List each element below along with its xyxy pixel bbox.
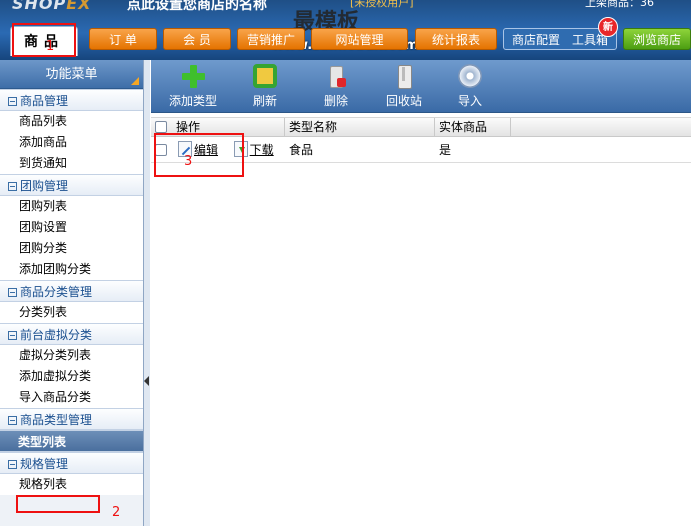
corner-icon bbox=[131, 77, 139, 85]
menu-import-goods-category[interactable]: 导入商品分类 bbox=[0, 387, 143, 408]
menu-add-groupbuy-category[interactable]: 添加团购分类 bbox=[0, 259, 143, 280]
menu-spec-list[interactable]: 规格列表 bbox=[0, 474, 143, 495]
refresh-button[interactable]: 刷新 bbox=[233, 64, 297, 109]
import-disc-icon bbox=[458, 64, 482, 88]
tab-browse-store[interactable]: 浏览商店 bbox=[623, 28, 691, 50]
menu-goods-list[interactable]: 商品列表 bbox=[0, 111, 143, 132]
menu-category-list[interactable]: 分类列表 bbox=[0, 302, 143, 323]
edit-icon[interactable] bbox=[178, 141, 192, 157]
header-type-name[interactable]: 类型名称 bbox=[285, 118, 435, 137]
cell-type-name: 食品 bbox=[289, 143, 314, 157]
tab-members[interactable]: 会 员 bbox=[163, 28, 231, 50]
collapse-icon bbox=[8, 288, 17, 297]
toolbar: 添加类型 刷新 删除 回收站 导入 bbox=[151, 60, 691, 113]
group-spec-management[interactable]: 规格管理 bbox=[0, 452, 143, 474]
group-groupbuy-management[interactable]: 团购管理 bbox=[0, 174, 143, 196]
tab-orders[interactable]: 订 单 bbox=[89, 28, 157, 50]
group-category-management[interactable]: 商品分类管理 bbox=[0, 280, 143, 302]
import-button[interactable]: 导入 bbox=[438, 64, 502, 109]
download-link[interactable]: 下载 bbox=[250, 143, 274, 157]
refresh-icon bbox=[253, 64, 277, 88]
main-nav-tabs: 商品 订 单 会 员 营销推广 网站管理 统计报表 商店配置 工具箱 浏览商店 bbox=[0, 26, 691, 56]
tab-site-management[interactable]: 网站管理 bbox=[311, 28, 408, 50]
delete-button[interactable]: 删除 bbox=[304, 64, 368, 109]
collapse-arrow-icon[interactable] bbox=[144, 376, 149, 386]
collapse-icon bbox=[8, 182, 17, 191]
main-panel: 添加类型 刷新 删除 回收站 导入 操作 类型名称 实体商品 编辑 下载 食品 … bbox=[151, 60, 691, 526]
collapse-icon bbox=[8, 331, 17, 340]
recycle-bin-icon bbox=[392, 64, 416, 89]
new-badge: 新 bbox=[598, 17, 618, 37]
collapse-icon bbox=[8, 416, 17, 425]
group-goods-type-management[interactable]: 商品类型管理 bbox=[0, 408, 143, 430]
top-header: SHOPEX 点此设置您商店的名称 [未授权用户] 上架商品：36 最模板 ww… bbox=[0, 0, 691, 60]
header-operation: 操作 bbox=[172, 118, 285, 137]
select-all-checkbox[interactable] bbox=[155, 121, 167, 133]
type-table: 操作 类型名称 实体商品 编辑 下载 食品 是 bbox=[151, 117, 691, 163]
group-virtual-category[interactable]: 前台虚拟分类 bbox=[0, 323, 143, 345]
menu-type-list-active[interactable]: 类型列表 bbox=[0, 430, 143, 452]
menu-groupbuy-settings[interactable]: 团购设置 bbox=[0, 217, 143, 238]
plus-icon bbox=[181, 64, 205, 88]
menu-arrival-notice[interactable]: 到货通知 bbox=[0, 153, 143, 174]
table-row: 编辑 下载 食品 是 bbox=[151, 137, 691, 163]
menu-add-goods[interactable]: 添加商品 bbox=[0, 132, 143, 153]
sidebar: 功能菜单 商品管理 商品列表 添加商品 到货通知 团购管理 团购列表 团购设置 … bbox=[0, 60, 144, 526]
download-icon[interactable] bbox=[233, 141, 248, 157]
sidebar-title: 功能菜单 bbox=[0, 60, 143, 89]
menu-add-virtual-category[interactable]: 添加虚拟分类 bbox=[0, 366, 143, 387]
cell-physical-goods: 是 bbox=[439, 143, 452, 157]
shopex-logo[interactable]: SHOPEX bbox=[12, 0, 122, 13]
menu-groupbuy-category[interactable]: 团购分类 bbox=[0, 238, 143, 259]
row-checkbox[interactable] bbox=[155, 144, 167, 156]
table-header: 操作 类型名称 实体商品 bbox=[151, 117, 691, 137]
sidebar-splitter[interactable] bbox=[144, 60, 150, 526]
tab-goods[interactable]: 商品 bbox=[10, 26, 78, 56]
delete-icon bbox=[324, 64, 348, 88]
recycle-bin-button[interactable]: 回收站 bbox=[372, 64, 436, 109]
add-type-button[interactable]: 添加类型 bbox=[161, 64, 225, 109]
header-physical-goods[interactable]: 实体商品 bbox=[435, 118, 511, 137]
collapse-icon bbox=[8, 97, 17, 106]
shop-name-link[interactable]: 点此设置您商店的名称 bbox=[127, 0, 267, 14]
tab-marketing[interactable]: 营销推广 bbox=[237, 28, 305, 50]
group-goods-management[interactable]: 商品管理 bbox=[0, 89, 143, 111]
collapse-icon bbox=[8, 460, 17, 469]
license-status[interactable]: [未授权用户] bbox=[350, 0, 414, 10]
edit-link[interactable]: 编辑 bbox=[194, 143, 218, 157]
tab-statistics[interactable]: 统计报表 bbox=[415, 28, 497, 50]
up-goods-count: 上架商品：36 bbox=[585, 0, 654, 9]
menu-groupbuy-list[interactable]: 团购列表 bbox=[0, 196, 143, 217]
menu-virtual-category-list[interactable]: 虚拟分类列表 bbox=[0, 345, 143, 366]
row-operations: 编辑 下载 bbox=[174, 137, 285, 163]
